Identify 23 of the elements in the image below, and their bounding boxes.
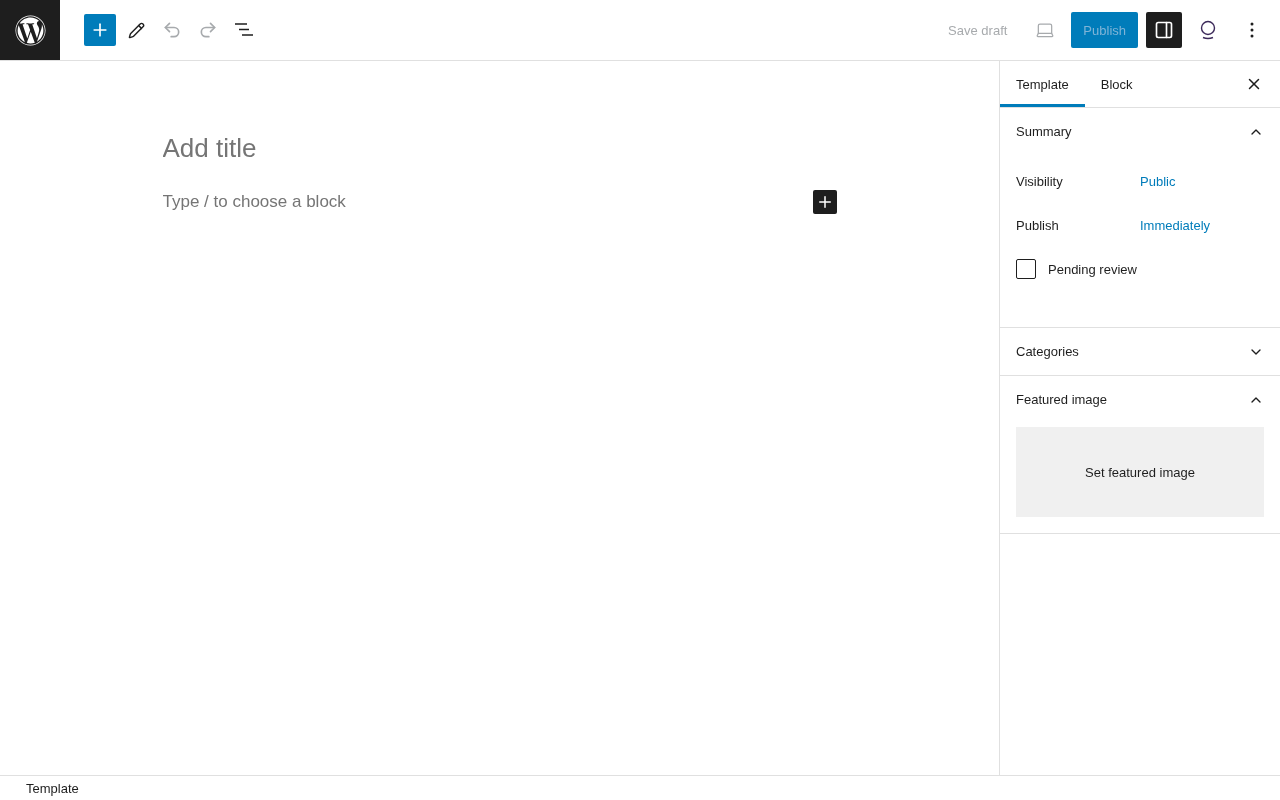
set-featured-image-button[interactable]: Set featured image (1016, 427, 1264, 517)
list-view-icon (234, 23, 254, 37)
sidebar-icon (1154, 20, 1174, 40)
styles-icon (1200, 20, 1216, 40)
add-block-button[interactable] (812, 190, 837, 214)
field-value-link[interactable]: Public (1140, 173, 1264, 189)
wordpress-logo[interactable] (0, 0, 60, 60)
panel-header[interactable]: Categories (1000, 328, 1280, 375)
field-value-link[interactable]: Immediately (1140, 217, 1264, 233)
sidebar-tab[interactable]: Block (1084, 61, 1149, 107)
breadcrumb[interactable]: Template (26, 780, 79, 796)
panel-header[interactable]: Summary (1000, 108, 1280, 155)
field-label: Publish (1016, 217, 1060, 233)
undo-icon (162, 20, 182, 40)
redo-icon (198, 20, 218, 40)
field-label: Visibility (1016, 173, 1064, 189)
sidebar-tab[interactable]: Template (1000, 61, 1085, 107)
settings-button[interactable] (1146, 12, 1182, 48)
checkbox[interactable] (1016, 259, 1036, 279)
panel-header[interactable]: Featured image (1000, 376, 1280, 423)
checkbox-label: Pending review (1048, 261, 1137, 277)
pencil-icon (127, 21, 145, 39)
more-icon (1250, 22, 1254, 38)
